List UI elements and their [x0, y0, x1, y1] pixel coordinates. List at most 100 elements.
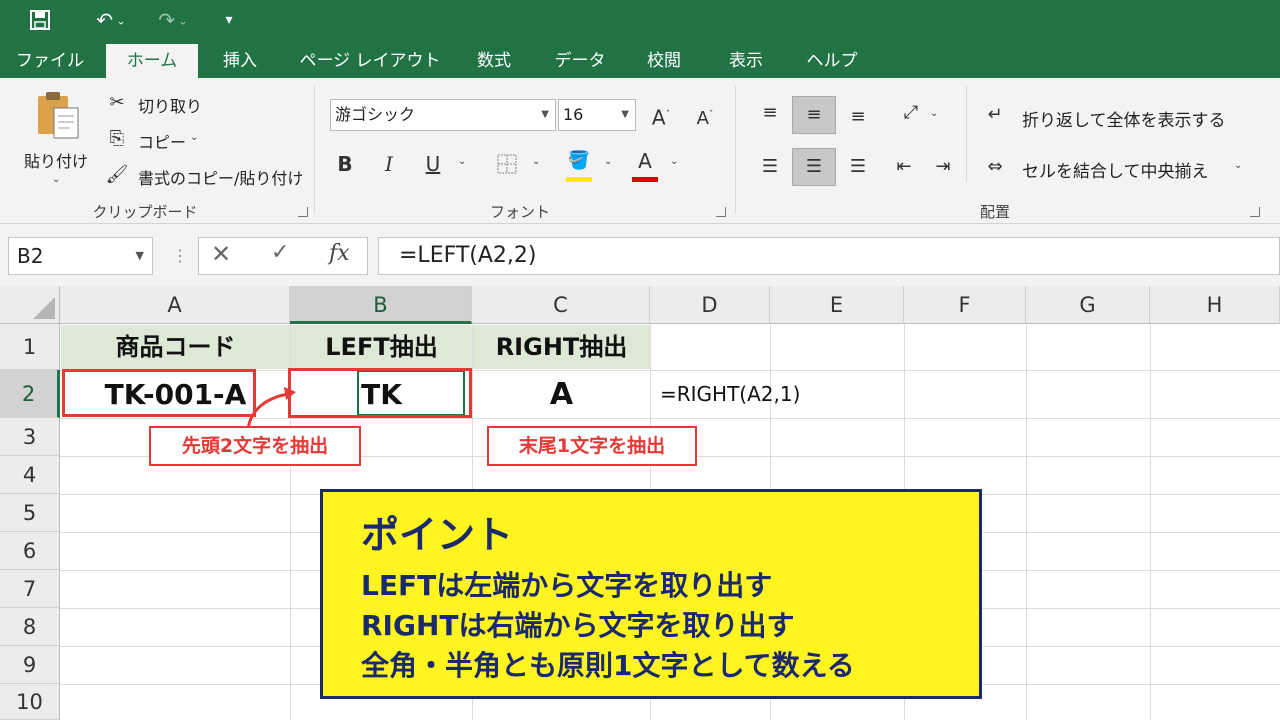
tab-page-layout[interactable]: ページ レイアウト — [290, 44, 450, 78]
align-right-icon[interactable]: ☰ — [845, 154, 871, 180]
format-painter-button[interactable]: 書式のコピー/貼り付け — [138, 165, 303, 189]
row-header-7[interactable]: 7 — [0, 570, 60, 608]
row-header-2[interactable]: 2 — [0, 370, 60, 418]
row-header-10[interactable]: 10 — [0, 684, 60, 720]
col-header-c[interactable]: C — [472, 286, 650, 324]
insert-function-button[interactable]: fx — [329, 241, 350, 266]
col-header-a[interactable]: A — [60, 286, 290, 324]
font-color-swatch — [632, 177, 658, 182]
fill-color-swatch — [566, 177, 592, 182]
shrink-font-icon[interactable]: Aˇ — [692, 102, 718, 129]
copy-icon[interactable]: ⎘ — [104, 126, 130, 152]
gridline — [1026, 324, 1027, 720]
col-header-g[interactable]: G — [1026, 286, 1150, 324]
orientation-dropdown-icon[interactable]: ⌄ — [930, 108, 938, 119]
align-left-icon[interactable]: ☰ — [757, 154, 783, 180]
wrap-text-icon[interactable]: ↵ — [982, 102, 1008, 128]
font-color-dropdown-icon[interactable]: ⌄ — [670, 156, 678, 167]
redo-icon[interactable]: ↷ ⌄ — [150, 6, 196, 34]
underline-button[interactable]: U — [420, 151, 446, 177]
align-middle-icon: ≡ — [806, 104, 822, 125]
tab-help[interactable]: ヘルプ — [796, 44, 868, 78]
font-color-icon[interactable]: A — [632, 148, 658, 174]
grow-font-icon[interactable]: Aˆ — [648, 102, 674, 130]
copy-dropdown-icon[interactable]: ⌄ — [190, 132, 198, 143]
increase-indent-icon[interactable]: ⇥ — [930, 154, 956, 180]
cell-a1[interactable]: 商品コード — [61, 325, 290, 369]
row-header-3[interactable]: 3 — [0, 418, 60, 456]
cancel-icon[interactable]: ✕ — [211, 240, 231, 268]
chevron-down-icon: ▼ — [621, 109, 629, 120]
col-header-d[interactable]: D — [650, 286, 770, 324]
bold-button[interactable]: B — [332, 151, 358, 177]
fill-color-dropdown-icon[interactable]: ⌄ — [604, 156, 612, 167]
tab-file[interactable]: ファイル — [8, 44, 92, 78]
formula-input[interactable]: =LEFT(A2,2) — [378, 237, 1280, 275]
row-header-9[interactable]: 9 — [0, 646, 60, 684]
cell-b1[interactable]: LEFT抽出 — [291, 325, 472, 369]
paste-icon[interactable] — [34, 90, 82, 140]
tab-formulas[interactable]: 数式 — [466, 44, 522, 78]
cut-icon[interactable]: ✂ — [104, 90, 130, 116]
tab-data[interactable]: データ — [540, 44, 620, 78]
row-header-1[interactable]: 1 — [0, 324, 60, 370]
point-line-3: 全角・半角とも原則1文字として数える — [361, 649, 855, 682]
align-bottom-icon[interactable]: ≡ — [845, 104, 871, 130]
point-line-2: RIGHTは右端から文字を取り出す — [361, 609, 795, 642]
callout-right: 末尾1文字を抽出 — [487, 426, 697, 466]
orientation-icon[interactable]: ⤢ — [898, 100, 924, 126]
italic-button[interactable]: I — [376, 151, 402, 177]
row-header-8[interactable]: 8 — [0, 608, 60, 646]
row-header-4[interactable]: 4 — [0, 456, 60, 494]
more-icon: ⋮ — [172, 246, 188, 265]
clipboard-launcher-icon[interactable] — [298, 207, 308, 217]
enter-icon[interactable]: ✓ — [271, 240, 289, 265]
name-box[interactable]: B2 ▼ — [8, 237, 153, 275]
col-header-f[interactable]: F — [904, 286, 1026, 324]
tab-review[interactable]: 校閲 — [636, 44, 692, 78]
select-all-button[interactable] — [0, 286, 60, 324]
point-box: ポイント LEFTは左端から文字を取り出す RIGHTは右端から文字を取り出す … — [320, 489, 982, 699]
borders-dropdown-icon[interactable]: ⌄ — [532, 156, 540, 167]
undo-icon[interactable]: ↶ ⌄ — [88, 6, 134, 34]
format-painter-icon[interactable]: 🖌 — [104, 162, 130, 188]
fill-color-icon[interactable]: 🪣 — [566, 148, 592, 174]
clipboard-group-label: クリップボード — [92, 203, 198, 221]
cell-c2[interactable]: A — [473, 371, 650, 418]
wrap-text-button[interactable]: 折り返して全体を表示する — [1022, 106, 1226, 131]
save-icon[interactable] — [28, 6, 52, 34]
cell-c1[interactable]: RIGHT抽出 — [473, 325, 650, 369]
col-header-b[interactable]: B — [290, 286, 472, 324]
row-header-6[interactable]: 6 — [0, 532, 60, 570]
tab-insert[interactable]: 挿入 — [210, 44, 270, 78]
borders-icon[interactable] — [494, 151, 520, 177]
align-top-icon[interactable]: ≡ — [757, 100, 783, 126]
merge-center-icon[interactable]: ⇔ — [982, 154, 1008, 180]
cut-button[interactable]: 切り取り — [138, 93, 202, 117]
underline-dropdown-icon[interactable]: ⌄ — [458, 156, 466, 167]
group-divider — [314, 86, 315, 214]
copy-button[interactable]: コピー — [138, 129, 186, 153]
font-launcher-icon[interactable] — [716, 207, 726, 217]
font-name-select[interactable]: 游ゴシック ▼ — [330, 99, 556, 131]
name-box-value: B2 — [17, 244, 44, 268]
col-header-e[interactable]: E — [770, 286, 904, 324]
col-header-h[interactable]: H — [1150, 286, 1280, 324]
decrease-indent-icon[interactable]: ⇤ — [891, 154, 917, 180]
row-header-5[interactable]: 5 — [0, 494, 60, 532]
alignment-launcher-icon[interactable] — [1250, 207, 1260, 217]
merge-center-button[interactable]: セルを結合して中央揃え — [1022, 157, 1209, 182]
merge-center-dropdown-icon[interactable]: ⌄ — [1234, 160, 1242, 171]
title-bar: ↶ ⌄ ↷ ⌄ ▾ — [0, 0, 1280, 40]
tab-view[interactable]: 表示 — [716, 44, 776, 78]
chevron-down-icon: ▼ — [135, 249, 144, 262]
tab-home[interactable]: ホーム — [106, 44, 198, 78]
cell-d2[interactable]: =RIGHT(A2,1) — [660, 371, 800, 418]
paste-dropdown-icon[interactable]: ⌄ — [52, 174, 60, 185]
paste-button[interactable]: 貼り付け — [24, 148, 88, 172]
font-size-select[interactable]: 16 ▼ — [558, 99, 636, 131]
formula-bar: B2 ▼ ⋮ ✕ ✓ fx =LEFT(A2,2) — [0, 224, 1280, 286]
group-divider — [966, 86, 967, 182]
customize-icon[interactable]: ▾ — [220, 6, 238, 34]
point-line-1: LEFTは左端から文字を取り出す — [361, 569, 773, 602]
